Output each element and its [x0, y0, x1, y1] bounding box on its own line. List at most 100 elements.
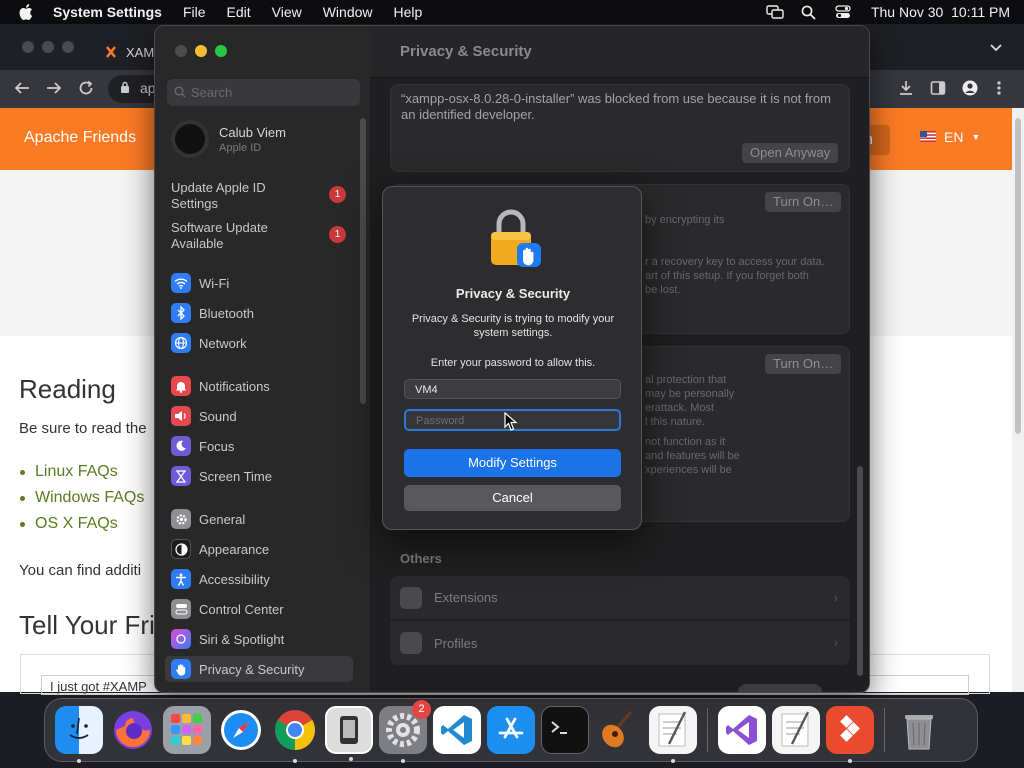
- reload-icon[interactable]: [78, 80, 94, 101]
- checkmark-badge-icon: [400, 632, 422, 654]
- dock-system-settings[interactable]: 2: [379, 700, 431, 763]
- dock-textedit[interactable]: [649, 706, 697, 763]
- menu-help[interactable]: Help: [394, 4, 423, 20]
- side-panel-icon[interactable]: [930, 80, 946, 101]
- open-anyway-button[interactable]: Open Anyway: [742, 143, 839, 163]
- faq-link-linux[interactable]: Linux FAQs: [35, 463, 118, 481]
- list-item[interactable]: OS X FAQs: [20, 515, 144, 533]
- menu-edit[interactable]: Edit: [227, 4, 251, 20]
- sidebar-item-screen-time[interactable]: Screen Time: [165, 463, 353, 489]
- sidebar-item-wifi[interactable]: Wi-Fi: [165, 270, 353, 296]
- username-field[interactable]: [404, 379, 621, 399]
- menu-file[interactable]: File: [183, 4, 206, 20]
- apple-id-item[interactable]: Calub Viem Apple ID: [171, 120, 286, 158]
- sidebar-item-general[interactable]: General: [165, 506, 353, 532]
- list-item[interactable]: Windows FAQs: [20, 489, 144, 507]
- more-menu-icon[interactable]: [996, 80, 1002, 101]
- dock-terminal[interactable]: [541, 706, 589, 754]
- language-selector[interactable]: EN ▼: [920, 129, 980, 145]
- sidebar-item-notifications[interactable]: Notifications: [165, 373, 353, 399]
- lockdown-turn-on-button[interactable]: Turn On…: [765, 354, 842, 374]
- dock-safari[interactable]: [217, 706, 265, 754]
- sidebar-alert-apple-id[interactable]: Update Apple ID Settings 1: [171, 180, 356, 212]
- tell-friends-heading: Tell Your Frie: [19, 610, 170, 640]
- back-arrow-icon[interactable]: [14, 80, 30, 101]
- text-line: be lost.: [645, 284, 681, 296]
- chevron-right-icon: ›: [833, 635, 838, 650]
- dock-visual-studio[interactable]: [718, 706, 766, 754]
- language-label: EN: [944, 129, 964, 145]
- control-center-icon[interactable]: [833, 4, 853, 20]
- screen-mirroring-icon[interactable]: [765, 4, 785, 20]
- menu-app-name[interactable]: System Settings: [53, 4, 162, 20]
- sidebar-item-label: Sound: [199, 408, 237, 424]
- sidebar-item-accessibility[interactable]: Accessibility: [165, 566, 353, 592]
- dock-app-store[interactable]: [487, 706, 535, 754]
- main-scrollbar[interactable]: [857, 466, 863, 676]
- sidebar-item-network[interactable]: Network: [165, 330, 353, 356]
- list-item[interactable]: Linux FAQs: [20, 463, 144, 481]
- browser-minimize-dot[interactable]: [42, 41, 54, 53]
- window-minimize-button[interactable]: [195, 45, 207, 57]
- bullet-icon: [20, 495, 25, 501]
- window-zoom-button[interactable]: [215, 45, 227, 57]
- advanced-button[interactable]: [738, 684, 822, 692]
- sidebar-item-focus[interactable]: Focus: [165, 433, 353, 459]
- sidebar-item-siri-spotlight[interactable]: Siri & Spotlight: [165, 626, 353, 652]
- dock-trash[interactable]: [895, 706, 943, 754]
- text-line: not function as it: [645, 436, 726, 448]
- web-scrollbar[interactable]: [1012, 108, 1024, 692]
- dock-chrome[interactable]: [271, 706, 319, 763]
- modify-settings-button[interactable]: Modify Settings: [404, 449, 621, 477]
- safari-compass-icon: [221, 710, 261, 750]
- sidebar-item-control-center[interactable]: Control Center: [165, 596, 353, 622]
- spotlight-search-icon[interactable]: [799, 4, 819, 20]
- sidebar-item-privacy-security[interactable]: Privacy & Security: [165, 656, 353, 682]
- menu-datetime[interactable]: Thu Nov 30 10:11 PM: [871, 4, 1010, 20]
- xampp-favicon-icon: [104, 45, 118, 59]
- cancel-button[interactable]: Cancel: [404, 485, 621, 511]
- dock-vscode[interactable]: [433, 706, 481, 754]
- sidebar-item-label: Network: [199, 335, 247, 351]
- sidebar-alert-software-update[interactable]: Software Update Available 1: [171, 220, 356, 252]
- running-indicator: [293, 759, 297, 763]
- extensions-row[interactable]: Extensions ›: [390, 576, 850, 620]
- app-store-icon: [498, 717, 524, 739]
- dock-simulator[interactable]: [325, 706, 373, 761]
- sidebar-item-appearance[interactable]: Appearance: [165, 536, 353, 562]
- site-brand[interactable]: Apache Friends: [24, 129, 136, 147]
- faq-link-osx[interactable]: OS X FAQs: [35, 515, 118, 533]
- dock-anydesk[interactable]: [826, 706, 874, 763]
- menu-view[interactable]: View: [272, 4, 302, 20]
- dock-textedit-2[interactable]: [772, 706, 820, 754]
- web-scrollbar-thumb[interactable]: [1015, 118, 1021, 434]
- siri-icon: [171, 629, 191, 649]
- dock-finder[interactable]: [55, 706, 103, 763]
- running-indicator: [77, 759, 81, 763]
- reading-heading: Reading: [19, 374, 116, 404]
- sidebar-search-input[interactable]: Search: [167, 79, 360, 106]
- menu-window[interactable]: Window: [323, 4, 373, 20]
- sidebar-item-sound[interactable]: Sound: [165, 403, 353, 429]
- tab-list-chevron-icon[interactable]: [990, 39, 1002, 57]
- text-line: l this nature.: [645, 416, 705, 428]
- text-line: al protection that: [645, 374, 727, 386]
- browser-close-dot[interactable]: [22, 41, 34, 53]
- text-line: xperiences will be: [645, 464, 732, 476]
- browser-zoom-dot[interactable]: [62, 41, 74, 53]
- dock-launchpad[interactable]: [163, 706, 211, 754]
- profiles-row[interactable]: Profiles ›: [390, 621, 850, 665]
- filevault-turn-on-button[interactable]: Turn On…: [765, 192, 842, 212]
- search-icon: [174, 86, 186, 101]
- sidebar-scrollbar[interactable]: [360, 118, 366, 404]
- faq-link-windows[interactable]: Windows FAQs: [35, 489, 144, 507]
- window-close-button[interactable]: [175, 45, 187, 57]
- apple-menu-icon[interactable]: [18, 3, 34, 21]
- download-icon[interactable]: [898, 80, 914, 101]
- dock-firefox[interactable]: [109, 706, 157, 754]
- profile-icon[interactable]: [962, 80, 978, 101]
- sidebar-item-bluetooth[interactable]: Bluetooth: [165, 300, 353, 326]
- forward-arrow-icon[interactable]: [46, 80, 62, 101]
- pen-paper-icon: [781, 711, 810, 747]
- dock-garageband[interactable]: [595, 706, 643, 754]
